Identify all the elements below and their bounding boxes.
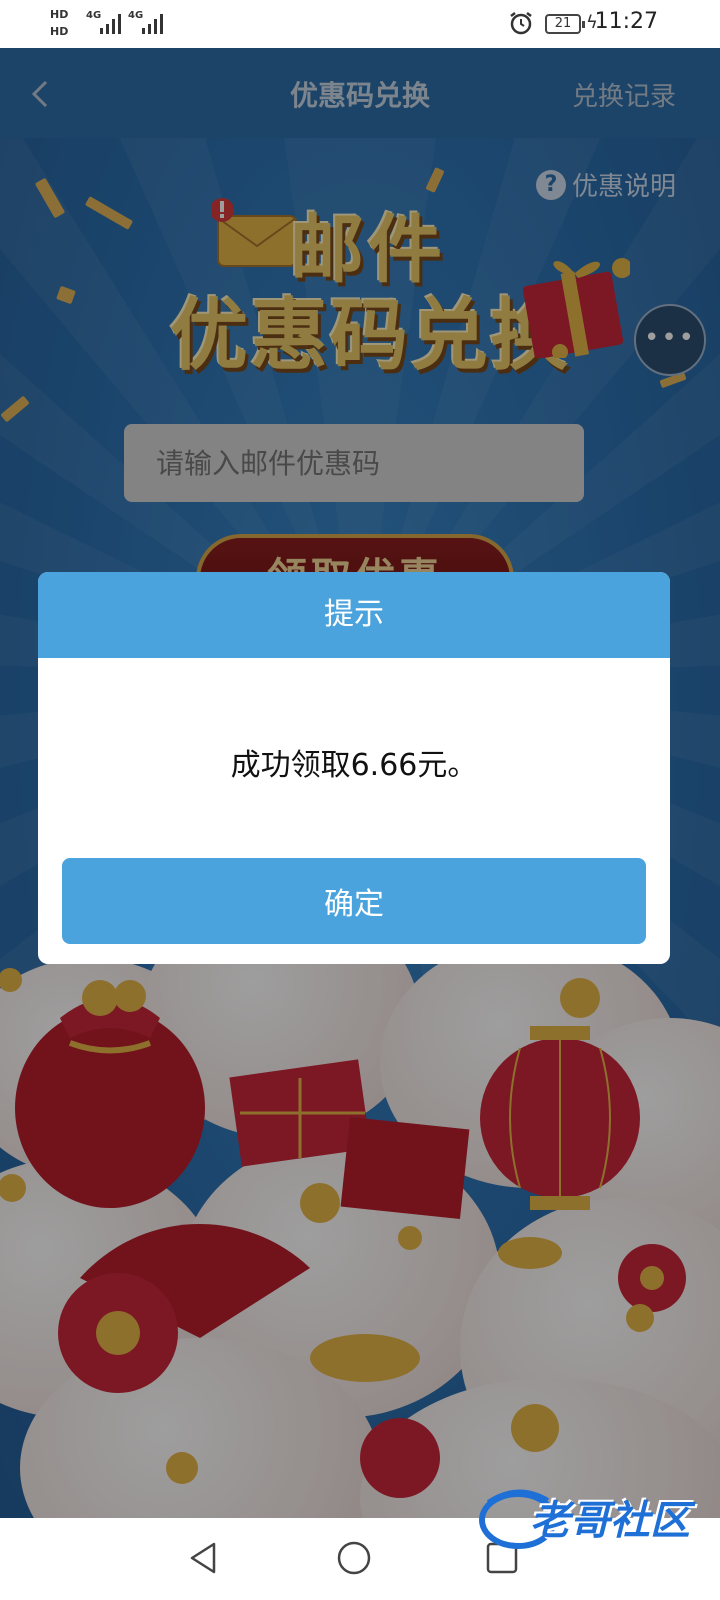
status-bar: HD HD 4G 4G 21 ϟ 11:27: [0, 0, 720, 48]
alarm-icon: [510, 12, 532, 35]
signal-icon: [98, 12, 124, 34]
nav-back-icon[interactable]: [186, 1540, 222, 1576]
confirm-button[interactable]: 确定: [62, 858, 646, 944]
battery-icon: 21: [545, 14, 585, 34]
dialog-title: 提示: [38, 572, 670, 658]
signal-icon-2: [140, 12, 166, 34]
watermark-text: 老哥社区: [530, 1498, 690, 1544]
hd-label-1: HD: [50, 8, 69, 21]
alert-dialog: 提示 成功领取6.66元。 确定: [38, 572, 670, 964]
hd-indicator: HD HD: [50, 6, 68, 40]
nav-home-icon[interactable]: [336, 1540, 372, 1576]
dialog-message: 成功领取6.66元。: [230, 748, 478, 783]
clock: 11:27: [594, 9, 658, 34]
hd-label-2: HD: [50, 25, 69, 38]
